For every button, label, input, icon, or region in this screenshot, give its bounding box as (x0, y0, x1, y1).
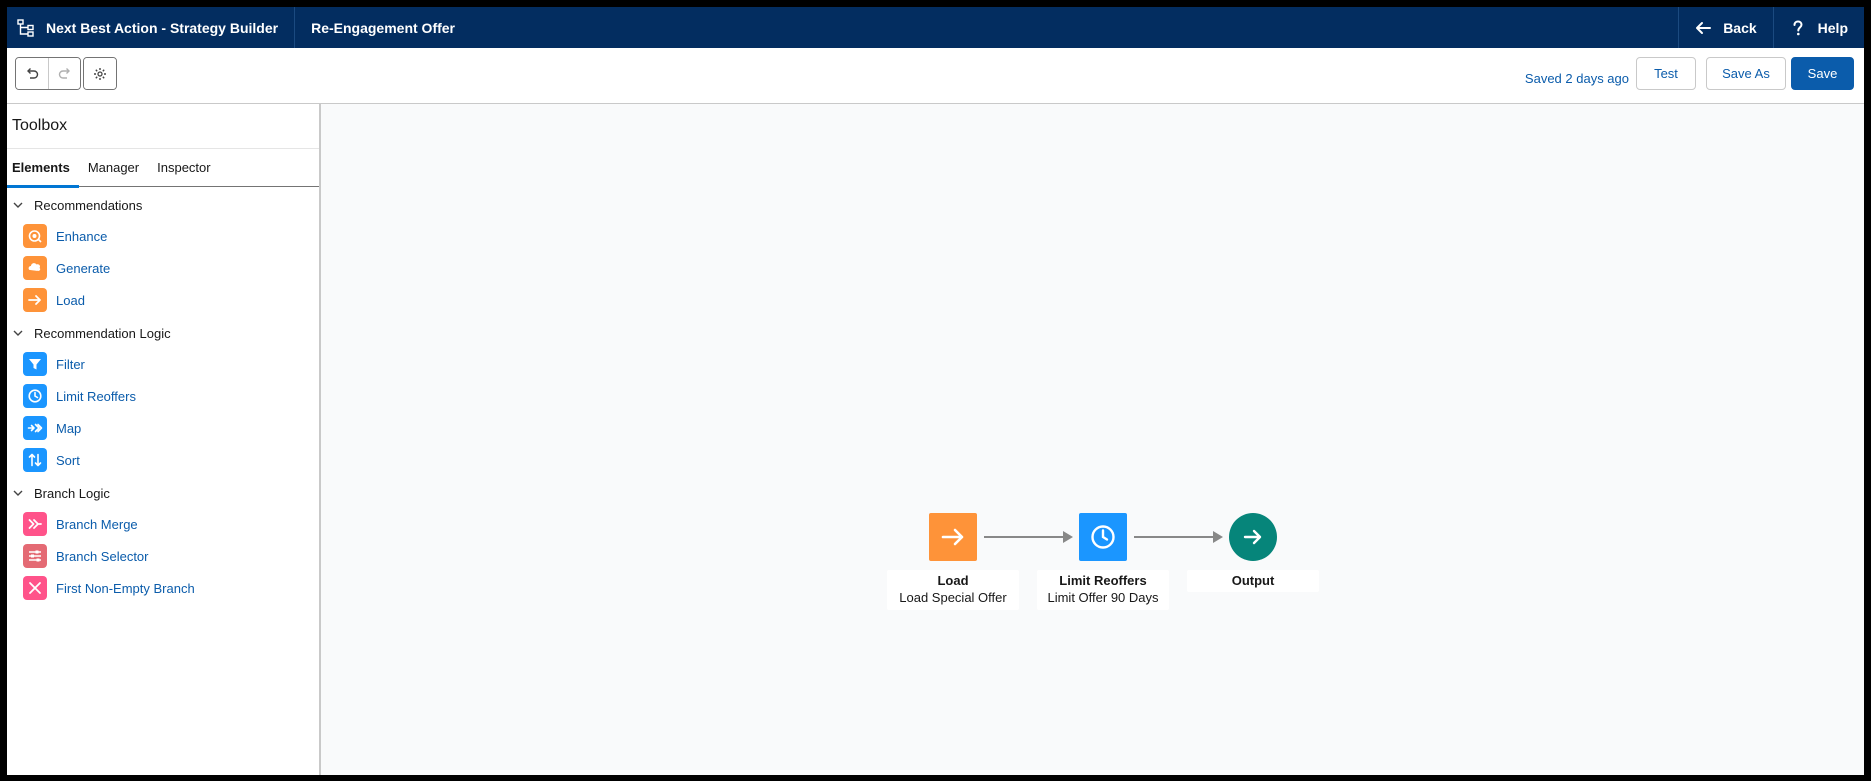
element-map[interactable]: Map (23, 416, 81, 440)
element-label: Generate (56, 260, 111, 276)
connector-load-to-limit (984, 531, 1073, 543)
section-label: Recommendations (34, 197, 143, 213)
element-label: Branch Merge (56, 516, 138, 532)
node-output[interactable] (1229, 513, 1277, 561)
sort-icon (23, 448, 47, 472)
element-label: Filter (56, 356, 85, 372)
element-label: Limit Reoffers (56, 388, 136, 404)
undo-redo-group (15, 57, 81, 90)
node-subtitle: Limit Offer 90 Days (1047, 590, 1159, 605)
app-title-area: Next Best Action - Strategy Builder (7, 7, 296, 48)
branch-selector-icon (23, 544, 47, 568)
strategy-name: Re-Engagement Offer (311, 19, 456, 36)
gear-icon (94, 67, 106, 80)
toolbox-title: Toolbox (12, 117, 68, 134)
undo-button[interactable] (16, 58, 48, 89)
tab-elements[interactable]: Elements (7, 148, 79, 188)
help-label: Help (1817, 19, 1848, 36)
chevron-down-icon (13, 330, 23, 336)
settings-button[interactable] (84, 58, 116, 89)
node-title: Load (937, 573, 969, 588)
node-output-label: Output (1187, 570, 1319, 592)
element-branch-merge[interactable]: Branch Merge (23, 512, 138, 536)
arrow-left-icon (1696, 21, 1712, 34)
section-label: Recommendation Logic (34, 325, 171, 341)
redo-button[interactable] (48, 58, 80, 89)
element-generate[interactable]: Generate (23, 256, 110, 280)
redo-icon (58, 67, 70, 79)
builder-toolbar: Saved 2 days ago Test Save As Save (7, 48, 1864, 104)
tab-manager[interactable]: Manager (83, 148, 144, 187)
element-label: Branch Selector (56, 548, 149, 564)
node-load-label: Load Load Special Offer (887, 570, 1019, 610)
section-label: Branch Logic (34, 485, 110, 501)
section-recommendations[interactable]: Recommendations (12, 195, 142, 215)
node-load[interactable] (929, 513, 977, 561)
tab-inspector[interactable]: Inspector (152, 148, 215, 187)
chevron-down-icon (13, 202, 23, 208)
element-label: First Non-Empty Branch (56, 580, 195, 596)
section-branch-logic[interactable]: Branch Logic (12, 483, 110, 503)
element-branch-selector[interactable]: Branch Selector (23, 544, 149, 568)
element-filter[interactable]: Filter (23, 352, 85, 376)
arrow-right-icon (1243, 529, 1262, 545)
help-button[interactable]: Help (1772, 7, 1864, 48)
chevron-down-icon (13, 490, 23, 496)
back-label: Back (1723, 19, 1757, 36)
settings-group (83, 57, 117, 90)
global-header: Next Best Action - Strategy Builder Re-E… (7, 7, 1864, 48)
arrow-right-icon (23, 288, 47, 312)
strategy-builder-icon (17, 18, 34, 37)
save-button[interactable]: Save (1791, 57, 1854, 90)
filter-icon (23, 352, 47, 376)
element-sort[interactable]: Sort (23, 448, 80, 472)
clock-icon (1091, 525, 1115, 549)
node-subtitle: Load Special Offer (899, 590, 1007, 605)
app-title: Next Best Action - Strategy Builder (46, 19, 279, 36)
arrow-right-icon (941, 528, 964, 546)
branch-merge-icon (23, 512, 47, 536)
toolbox-panel: Toolbox Elements Manager Inspector Recom… (7, 104, 321, 775)
element-label: Enhance (56, 228, 108, 244)
map-icon (23, 416, 47, 440)
undo-icon (27, 67, 39, 79)
first-non-empty-icon (23, 576, 47, 600)
node-limit-reoffers-label: Limit Reoffers Limit Offer 90 Days (1037, 570, 1169, 610)
saved-status: Saved 2 days ago (1524, 71, 1629, 86)
element-first-non-empty-branch[interactable]: First Non-Empty Branch (23, 576, 195, 600)
element-limit-reoffers[interactable]: Limit Reoffers (23, 384, 136, 408)
toolbox-tabs: Elements Manager Inspector (7, 148, 319, 188)
test-button[interactable]: Test (1636, 57, 1696, 90)
node-limit-reoffers[interactable] (1079, 513, 1127, 561)
element-enhance[interactable]: Enhance (23, 224, 107, 248)
node-title: Output (1231, 573, 1275, 588)
enhance-icon (23, 224, 47, 248)
generate-icon (23, 256, 47, 280)
element-label: Map (56, 420, 82, 436)
element-load[interactable]: Load (23, 288, 85, 312)
element-label: Load (56, 292, 85, 308)
connector-limit-to-output (1134, 531, 1223, 543)
strategy-canvas[interactable]: Load Load Special Offer Limit Reoffers L… (321, 104, 1864, 775)
app-window: Next Best Action - Strategy Builder Re-E… (7, 7, 1864, 775)
clock-icon (23, 384, 47, 408)
question-icon (1793, 19, 1803, 35)
section-recommendation-logic[interactable]: Recommendation Logic (12, 323, 171, 343)
back-button[interactable]: Back (1678, 7, 1772, 48)
save-as-button[interactable]: Save As (1706, 57, 1786, 90)
node-title: Limit Reoffers (1059, 573, 1147, 588)
element-label: Sort (56, 452, 80, 468)
